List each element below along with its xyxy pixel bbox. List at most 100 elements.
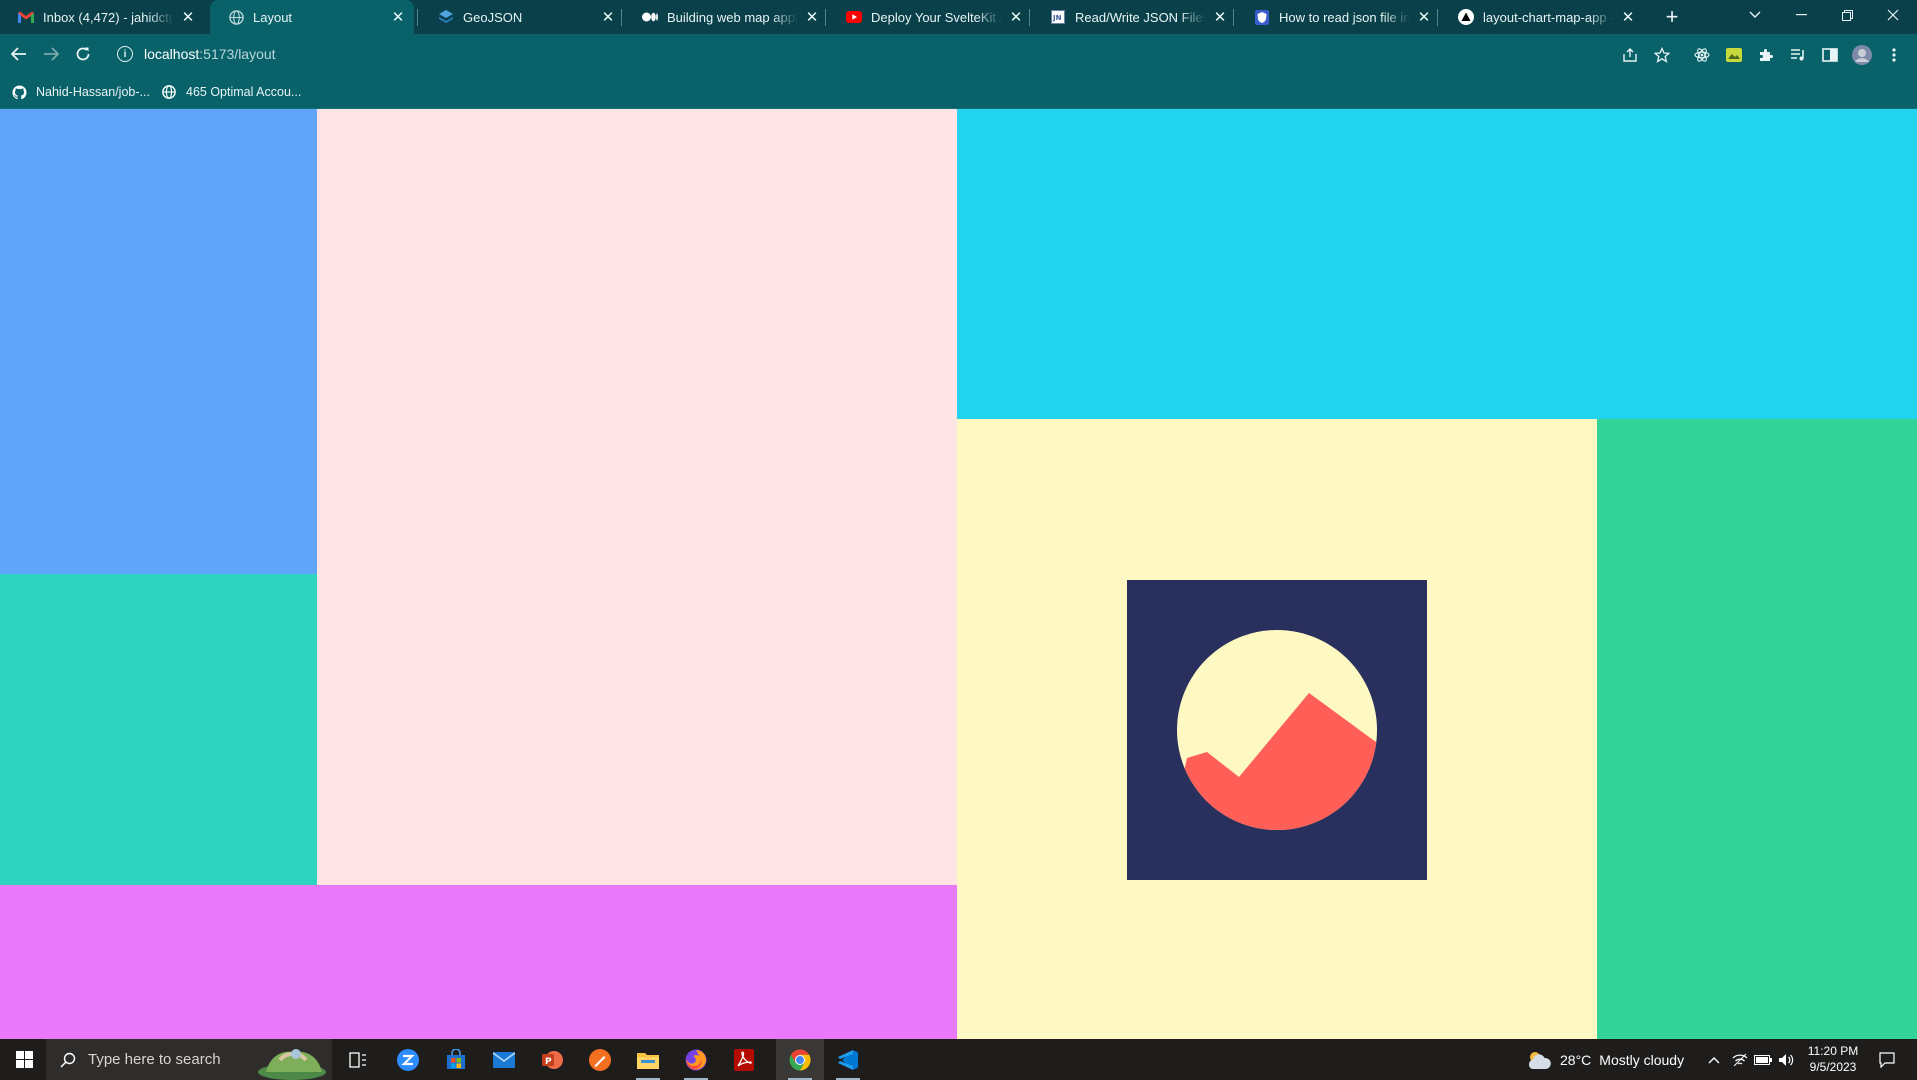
youtube-icon bbox=[846, 9, 862, 25]
powerpoint-icon[interactable]: P bbox=[528, 1039, 576, 1080]
react-devtools-icon[interactable] bbox=[1692, 45, 1712, 65]
tab-separator bbox=[825, 9, 826, 26]
green-panel bbox=[1597, 419, 1917, 1039]
bookmark-optimal-account[interactable]: 465 Optimal Accou... bbox=[161, 81, 301, 103]
fuchsia-panel bbox=[0, 885, 957, 1039]
wifi-icon[interactable] bbox=[1731, 1039, 1749, 1080]
mountain-logo-image bbox=[1127, 580, 1427, 880]
zoom-app-icon[interactable] bbox=[384, 1039, 432, 1080]
notification-center-icon[interactable] bbox=[1876, 1039, 1898, 1080]
teal-panel bbox=[0, 574, 317, 885]
tab-gmail[interactable]: Inbox (4,472) - jahidctgcse ✕ bbox=[0, 2, 204, 32]
vscode-icon[interactable] bbox=[824, 1039, 872, 1080]
tab-separator bbox=[621, 9, 622, 26]
search-placeholder: Type here to search bbox=[88, 1051, 221, 1068]
close-tab-icon[interactable]: ✕ bbox=[804, 9, 820, 26]
windows-taskbar: Type here to search P 28°C Mostly cloudy… bbox=[0, 1039, 1917, 1080]
tab-geojson[interactable]: GeoJSON ✕ bbox=[420, 2, 624, 32]
show-hidden-icons-chevron-icon[interactable] bbox=[1705, 1039, 1723, 1080]
tab-title: Deploy Your SvelteKit App bbox=[871, 9, 1002, 25]
tab-title: GeoJSON bbox=[463, 9, 523, 25]
battery-icon[interactable] bbox=[1753, 1039, 1773, 1080]
taskbar-search-box[interactable]: Type here to search bbox=[46, 1039, 332, 1080]
tab-title: Layout bbox=[253, 9, 293, 25]
tab-title: layout-chart-map-app – D bbox=[1483, 9, 1614, 25]
search-highlight-image bbox=[256, 1042, 330, 1080]
close-tab-icon[interactable]: ✕ bbox=[1620, 9, 1636, 26]
file-explorer-icon[interactable] bbox=[624, 1039, 672, 1080]
tab-medium[interactable]: Building web map applicat ✕ bbox=[624, 2, 828, 32]
tab-separator bbox=[1437, 9, 1438, 26]
medium-icon bbox=[642, 9, 658, 25]
tab-vercel[interactable]: layout-chart-map-app – D ✕ bbox=[1440, 2, 1644, 32]
extensions-puzzle-icon[interactable] bbox=[1756, 45, 1776, 65]
bookmark-github[interactable]: Nahid-Hassan/job-... bbox=[11, 81, 150, 103]
tab-separator bbox=[417, 9, 418, 26]
close-tab-icon[interactable]: ✕ bbox=[1212, 9, 1228, 26]
tab-separator bbox=[1029, 9, 1030, 26]
weather-widget[interactable]: 28°C Mostly cloudy bbox=[1526, 1039, 1684, 1080]
clock-date: 9/5/2023 bbox=[1809, 1060, 1857, 1074]
firefox-icon[interactable] bbox=[672, 1039, 720, 1080]
clock-time: 11:20 PM bbox=[1807, 1044, 1859, 1058]
reload-button[interactable] bbox=[69, 40, 97, 68]
tab-layout[interactable]: Layout ✕ bbox=[210, 0, 414, 34]
forward-button[interactable] bbox=[37, 40, 65, 68]
tab-title: Read/Write JSON Files wit bbox=[1075, 9, 1206, 25]
chrome-menu-icon[interactable] bbox=[1884, 45, 1904, 65]
side-panel-icon[interactable] bbox=[1820, 45, 1840, 65]
media-controls-icon[interactable] bbox=[1788, 45, 1808, 65]
close-tab-icon[interactable]: ✕ bbox=[180, 9, 196, 26]
vercel-icon bbox=[1458, 9, 1474, 25]
minimize-button[interactable] bbox=[1778, 0, 1824, 30]
bookmark-label: Nahid-Hassan/job-... bbox=[36, 85, 150, 99]
sketch-app-icon[interactable] bbox=[576, 1039, 624, 1080]
bookmark-label: 465 Optimal Accou... bbox=[186, 85, 302, 99]
image-extension-icon[interactable] bbox=[1724, 45, 1744, 65]
restore-button[interactable] bbox=[1824, 0, 1870, 30]
new-tab-button[interactable]: + bbox=[1659, 4, 1685, 30]
acrobat-reader-icon[interactable] bbox=[720, 1039, 768, 1080]
mail-app-icon[interactable] bbox=[480, 1039, 528, 1080]
microsoft-store-icon[interactable] bbox=[432, 1039, 480, 1080]
tab-youtube[interactable]: Deploy Your SvelteKit App ✕ bbox=[828, 2, 1032, 32]
back-button[interactable] bbox=[5, 40, 33, 68]
close-window-button[interactable] bbox=[1870, 0, 1916, 30]
tab-title: Inbox (4,472) - jahidctgcse bbox=[43, 9, 174, 25]
svg-text:P: P bbox=[545, 1057, 552, 1067]
chrome-icon[interactable] bbox=[776, 1039, 824, 1080]
gmail-icon bbox=[18, 9, 34, 25]
weather-temp: 28°C bbox=[1560, 1051, 1592, 1068]
share-icon[interactable] bbox=[1621, 46, 1639, 64]
tab-title: How to read json file in Ja bbox=[1279, 9, 1410, 25]
site-info-icon[interactable]: i bbox=[117, 46, 133, 62]
pink-panel bbox=[317, 109, 957, 885]
tab-strip: Inbox (4,472) - jahidctgcse ✕ Layout ✕ G… bbox=[0, 0, 1917, 34]
volume-icon[interactable] bbox=[1777, 1039, 1795, 1080]
profile-avatar[interactable] bbox=[1852, 45, 1872, 65]
layout-page bbox=[0, 109, 1917, 1039]
close-tab-icon[interactable]: ✕ bbox=[390, 9, 406, 26]
shield-icon bbox=[1254, 9, 1270, 25]
close-tab-icon[interactable]: ✕ bbox=[1008, 9, 1024, 26]
cyan-panel bbox=[957, 109, 1917, 419]
start-button[interactable] bbox=[0, 1039, 48, 1080]
tab-read-write-json[interactable]: JN Read/Write JSON Files wit ✕ bbox=[1032, 2, 1236, 32]
bookmarks-bar: Nahid-Hassan/job-... 465 Optimal Accou..… bbox=[0, 74, 1917, 109]
tab-separator bbox=[1233, 9, 1234, 26]
task-view-icon[interactable] bbox=[334, 1039, 382, 1080]
cloudy-weather-icon bbox=[1526, 1049, 1552, 1071]
close-tab-icon[interactable]: ✕ bbox=[1416, 9, 1432, 26]
bookmark-star-icon[interactable] bbox=[1653, 46, 1671, 64]
taskbar-clock[interactable]: 11:20 PM 9/5/2023 bbox=[1800, 1043, 1866, 1075]
globe-icon bbox=[228, 9, 244, 25]
globe-icon bbox=[161, 84, 177, 100]
close-tab-icon[interactable]: ✕ bbox=[600, 9, 616, 26]
github-icon bbox=[11, 84, 27, 100]
stack-icon bbox=[438, 9, 454, 25]
url-text: localhost:5173/layout bbox=[144, 46, 276, 62]
address-bar[interactable]: i localhost:5173/layout bbox=[107, 39, 1684, 69]
tab-how-to-read-json[interactable]: How to read json file in Ja ✕ bbox=[1236, 2, 1440, 32]
browser-toolbar: i localhost:5173/layout bbox=[0, 34, 1917, 74]
tab-search-chevron-icon[interactable] bbox=[1732, 0, 1778, 30]
